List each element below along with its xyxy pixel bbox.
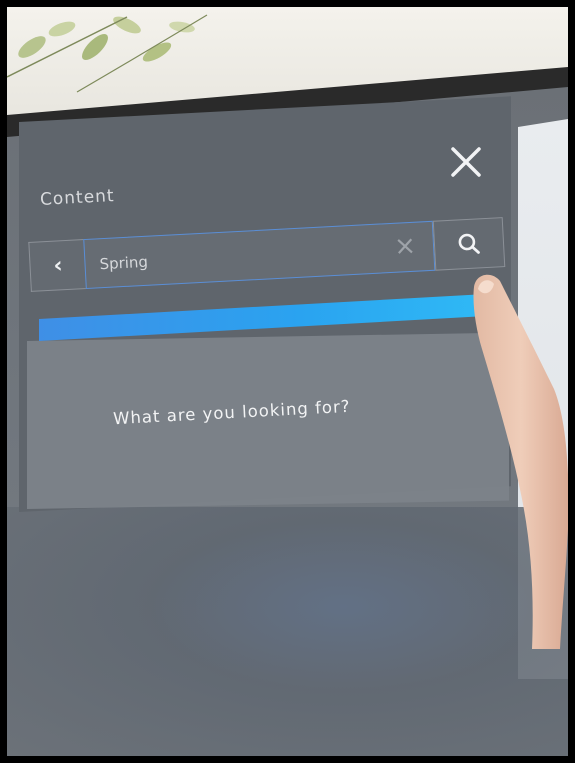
photo-frame: Content ‹ × What are you looking for? bbox=[0, 0, 575, 763]
chevron-left-icon: ‹ bbox=[52, 252, 64, 279]
results-area bbox=[27, 332, 509, 509]
search-icon bbox=[458, 233, 480, 254]
search-input[interactable] bbox=[96, 236, 382, 278]
close-button[interactable] bbox=[446, 142, 486, 182]
clear-button[interactable]: × bbox=[390, 230, 419, 262]
pointing-hand bbox=[473, 274, 568, 649]
search-button[interactable] bbox=[432, 217, 506, 271]
photo: Content ‹ × What are you looking for? bbox=[7, 7, 568, 756]
plant-leaves bbox=[7, 14, 208, 93]
back-button[interactable]: ‹ bbox=[28, 239, 87, 292]
clear-x-icon: × bbox=[393, 230, 417, 262]
panel-title: Content bbox=[39, 186, 116, 210]
close-icon bbox=[451, 147, 481, 177]
